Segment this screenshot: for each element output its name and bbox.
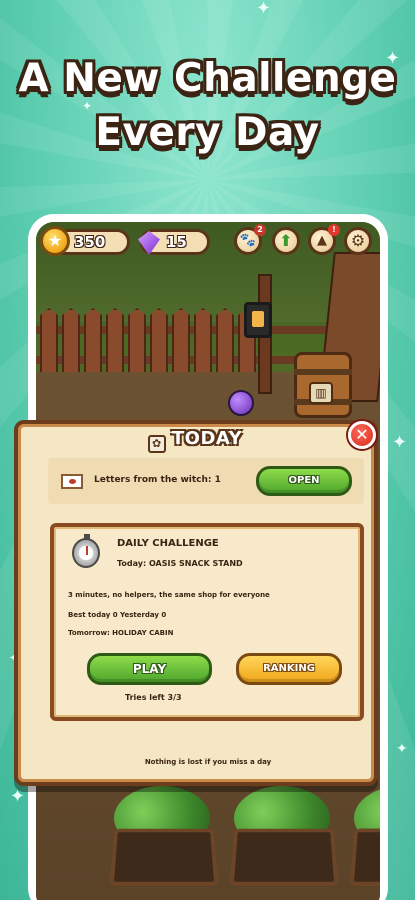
dialog-footer: Nothing is lost if you miss a day [144, 758, 272, 766]
gem-count: 15 [166, 233, 187, 251]
close-button[interactable]: ✕ [348, 421, 376, 449]
challenge-best: Best today 0 Yesterday 0 [68, 611, 167, 619]
open-button-label: OPEN [288, 475, 320, 486]
sparkle-decoration: ✦ [10, 786, 26, 807]
stopwatch-icon [72, 534, 100, 568]
crystal-ball[interactable] [228, 390, 254, 416]
coin-count: 350 [74, 233, 106, 251]
calendar-paw-icon: ✿ [147, 435, 166, 453]
envelope-icon [61, 474, 83, 489]
garden-fence [40, 308, 256, 380]
coin-icon: ★ [40, 226, 70, 256]
planter-box[interactable] [349, 828, 380, 886]
close-icon: ✕ [355, 425, 369, 444]
letters-label: Letters from the witch: 1 [94, 475, 221, 485]
trash-icon: ▥ [309, 382, 333, 404]
open-button[interactable]: OPEN [256, 466, 352, 496]
planter-box[interactable] [109, 828, 219, 886]
gear-icon[interactable]: ⚙ [344, 227, 372, 255]
play-button[interactable]: PLAY [87, 653, 212, 685]
planter-box[interactable] [229, 828, 339, 886]
play-button-label: PLAY [132, 662, 167, 676]
challenge-tomorrow: Tomorrow: HOLIDAY CABIN [68, 629, 174, 637]
dialog-title: ✿ TODAY [0, 428, 390, 453]
ranking-button-label: RANKING [263, 663, 315, 674]
upgrade-button[interactable]: ⬆ [272, 227, 300, 255]
dialog-title-text: TODAY [171, 428, 243, 449]
paw-badge: 2 [254, 224, 266, 236]
headline-line-2: Every Day [95, 110, 320, 155]
challenge-rules: 3 minutes, no helpers, the same shop for… [68, 591, 270, 599]
challenge-heading: DAILY CHALLENGE [117, 538, 219, 549]
challenge-today: Today: OASIS SNACK STAND [117, 559, 243, 568]
sparkle-decoration: ✦ [392, 432, 408, 453]
alert-badge: ! [328, 224, 340, 236]
sparkle-decoration: ✦ [396, 741, 408, 757]
headline-line-1: A New Challenge [18, 56, 397, 101]
tries-left: Tries left 3/3 [125, 693, 182, 702]
lantern [244, 302, 272, 338]
sparkle-decoration: ✦ [256, 0, 272, 19]
ranking-button[interactable]: RANKING [236, 653, 342, 685]
